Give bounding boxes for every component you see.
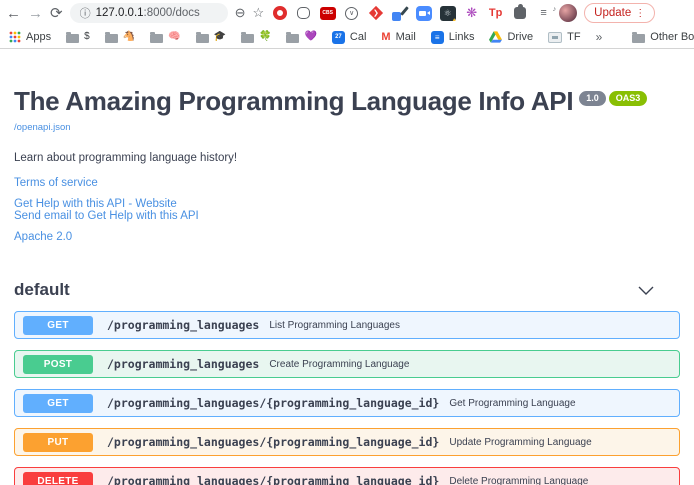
gmail-icon: M <box>381 31 390 43</box>
op-summary: Update Programming Language <box>449 437 591 448</box>
op-get-programming-languages[interactable]: GET /programming_languages List Programm… <box>14 311 680 339</box>
chevron-down-icon[interactable] <box>638 286 654 295</box>
email-help-link[interactable]: Send email to Get Help with this API <box>14 210 680 222</box>
url-text[interactable]: 127.0.0.1:8000/docs <box>96 7 200 19</box>
bookmark-label: Apps <box>26 31 51 43</box>
back-icon[interactable]: ← <box>6 6 21 21</box>
folder-icon <box>150 34 163 43</box>
license-link[interactable]: Apache 2.0 <box>14 231 680 243</box>
bookmark-folder-horse[interactable]: 🐴 <box>105 32 135 43</box>
version-badge: 1.0 <box>579 91 606 106</box>
page-title: The Amazing Programming Language Info AP… <box>14 86 573 116</box>
api-title-row: The Amazing Programming Language Info AP… <box>14 86 680 117</box>
tp-extension-icon[interactable]: Tp <box>487 5 504 22</box>
bookmark-folder-grad[interactable]: 🎓 <box>196 32 226 43</box>
op-path: /programming_languages/{programming_lang… <box>107 474 439 485</box>
op-summary: Create Programming Language <box>269 359 409 370</box>
folder-icon <box>105 34 118 43</box>
section-title: default <box>14 280 70 300</box>
bookmark-folder-money[interactable]: $ <box>66 32 90 43</box>
folder-icon <box>66 34 79 43</box>
folder-icon <box>286 34 299 43</box>
bookmark-links[interactable]: ≡Links <box>431 31 475 44</box>
method-badge: GET <box>23 394 93 413</box>
bookmarks-bar: Apps $ 🐴 🧠 🎓 🍀 💜 27Cal MMail ≡Links Driv… <box>0 26 694 49</box>
op-summary: List Programming Languages <box>269 320 400 331</box>
folder-icon <box>241 34 254 43</box>
profile-avatar[interactable] <box>559 4 577 22</box>
links-icon: ≡ <box>431 31 444 44</box>
opera-extension-icon[interactable] <box>271 5 288 22</box>
browser-toolbar: ← → ⟳ ⓘ 127.0.0.1:8000/docs ⊖ ☆ CBS ∨ ❯ … <box>0 0 694 26</box>
puzzle-extensions-icon[interactable] <box>511 5 528 22</box>
swagger-docs-page: The Amazing Programming Language Info AP… <box>0 49 694 485</box>
pocket-extension-icon[interactable]: ∨ <box>343 5 360 22</box>
bookmark-apps[interactable]: Apps <box>9 31 51 43</box>
method-badge: POST <box>23 355 93 374</box>
apps-grid-icon <box>9 31 21 43</box>
tf-icon <box>548 32 562 43</box>
flower-extension-icon[interactable]: ❋ <box>463 5 480 22</box>
tag-section-default[interactable]: default <box>14 280 680 300</box>
science-extension-icon[interactable]: ⚛ <box>439 5 456 22</box>
address-bar[interactable]: ⓘ 127.0.0.1:8000/docs <box>70 3 228 23</box>
bookmark-folder-green[interactable]: 🍀 <box>241 32 271 43</box>
bookmark-star-icon[interactable]: ☆ <box>252 5 264 21</box>
browser-menu-icon: ⋮ <box>635 8 645 19</box>
folder-icon <box>632 34 645 43</box>
op-delete-programming-language[interactable]: DELETE /programming_languages/{programmi… <box>14 467 680 485</box>
api-description: Learn about programming language history… <box>14 152 680 164</box>
op-put-programming-language[interactable]: PUT /programming_languages/{programming_… <box>14 428 680 456</box>
site-info-icon[interactable]: ⓘ <box>80 5 91 21</box>
op-path: /programming_languages/{programming_lang… <box>107 435 439 449</box>
op-path: /programming_languages <box>107 318 259 332</box>
info-links: Terms of service Get Help with this API … <box>14 177 680 243</box>
method-badge: DELETE <box>23 472 93 485</box>
chrome-update-button[interactable]: Update⋮ <box>584 3 655 23</box>
reload-icon[interactable]: ⟳ <box>50 6 63 21</box>
media-controls-icon[interactable]: ≡♪ <box>535 5 552 22</box>
zoom-out-icon[interactable]: ⊖ <box>235 5 246 21</box>
op-post-programming-languages[interactable]: POST /programming_languages Create Progr… <box>14 350 680 378</box>
other-bookmarks[interactable]: Other Bookmarks <box>632 31 694 43</box>
oas3-badge: OAS3 <box>609 91 648 106</box>
marker-extension-icon[interactable] <box>391 5 408 22</box>
cbs-extension-icon[interactable]: CBS <box>319 5 336 22</box>
op-path: /programming_languages <box>107 357 259 371</box>
bookmark-folder-brain[interactable]: 🧠 <box>150 32 180 43</box>
bookmark-tf[interactable]: TF <box>548 31 580 43</box>
op-summary: Get Programming Language <box>449 398 575 409</box>
chat-extension-icon[interactable] <box>295 5 312 22</box>
op-summary: Delete Programming Language <box>449 476 588 485</box>
bookmark-cal[interactable]: 27Cal <box>332 31 367 44</box>
openapi-json-link[interactable]: /openapi.json <box>14 122 71 133</box>
zoom-camera-extension-icon[interactable] <box>415 5 432 22</box>
website-help-link[interactable]: Get Help with this API - Website <box>14 198 680 210</box>
folder-icon <box>196 34 209 43</box>
calendar-icon: 27 <box>332 31 345 44</box>
forward-icon[interactable]: → <box>28 6 43 21</box>
op-path: /programming_languages/{programming_lang… <box>107 396 439 410</box>
diamond-arrow-extension-icon[interactable]: ❯ <box>367 5 384 22</box>
bookmark-mail[interactable]: MMail <box>381 31 415 43</box>
bookmark-drive[interactable]: Drive <box>489 31 533 43</box>
bookmarks-overflow-chevron[interactable]: » <box>596 30 603 44</box>
bookmark-folder-heart[interactable]: 💜 <box>286 32 316 43</box>
method-badge: GET <box>23 316 93 335</box>
drive-icon <box>489 31 502 43</box>
method-badge: PUT <box>23 433 93 452</box>
terms-of-service-link[interactable]: Terms of service <box>14 177 680 189</box>
op-get-programming-language-by-id[interactable]: GET /programming_languages/{programming_… <box>14 389 680 417</box>
operations-list: GET /programming_languages List Programm… <box>14 311 680 485</box>
